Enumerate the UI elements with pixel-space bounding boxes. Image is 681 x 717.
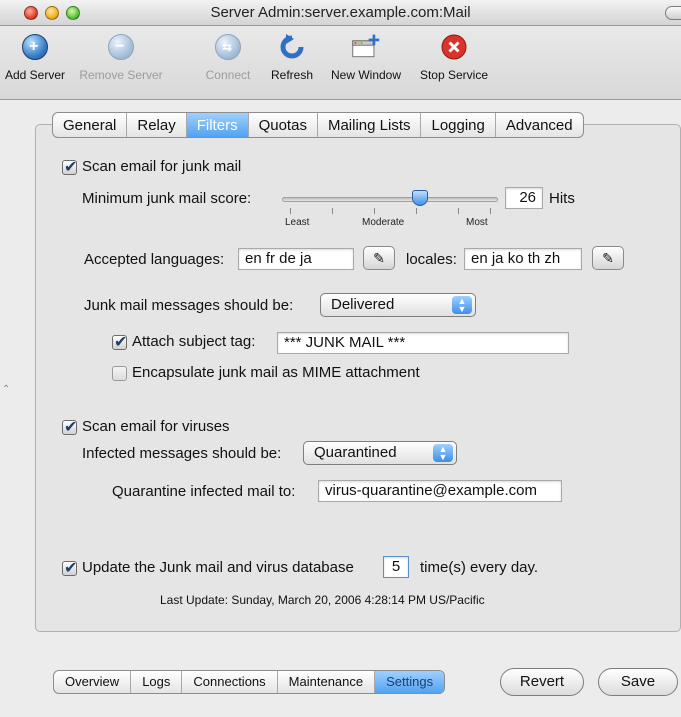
last-update-text: Last Update: Sunday, March 20, 2006 4:28… bbox=[160, 593, 485, 607]
slider-tick bbox=[490, 208, 491, 214]
toolbar-toggle-button[interactable] bbox=[665, 6, 681, 20]
tab-relay[interactable]: Relay bbox=[127, 113, 187, 137]
accepted-languages-field[interactable]: en fr de ja bbox=[238, 248, 354, 270]
tab-connections[interactable]: Connections bbox=[182, 671, 278, 693]
slider-label-most: Most bbox=[466, 217, 488, 228]
min-junk-score-label: Minimum junk mail score: bbox=[82, 190, 252, 207]
quarantine-address-field[interactable]: virus-quarantine@example.com bbox=[318, 480, 562, 502]
slider-tick bbox=[332, 208, 333, 214]
tab-mailing-lists[interactable]: Mailing Lists bbox=[318, 113, 422, 137]
update-database-checkbox[interactable] bbox=[62, 558, 77, 577]
edit-languages-button[interactable]: ✎ bbox=[363, 246, 395, 270]
scan-viruses-checkbox[interactable] bbox=[62, 417, 77, 436]
slider-tick bbox=[290, 208, 291, 214]
remove-server-globe-icon: − bbox=[108, 34, 134, 60]
encapsulate-mime-label: Encapsulate junk mail as MIME attachment bbox=[132, 364, 420, 381]
new-window-button[interactable]: New Window bbox=[324, 32, 408, 82]
infected-disposition-value: Quarantined bbox=[314, 444, 397, 461]
add-server-globe-icon: + bbox=[22, 34, 48, 60]
revert-button[interactable]: Revert bbox=[500, 668, 584, 696]
tab-general[interactable]: General bbox=[53, 113, 128, 137]
slider-label-moderate: Moderate bbox=[362, 217, 405, 228]
pencil-icon: ✎ bbox=[373, 250, 385, 266]
locales-label: locales: bbox=[406, 251, 457, 268]
scan-viruses-label: Scan email for viruses bbox=[82, 418, 230, 435]
infected-messages-label: Infected messages should be: bbox=[82, 445, 282, 462]
junk-disposition-popup[interactable]: Delivered ▲ ▼ bbox=[320, 293, 476, 317]
junk-score-slider-thumb[interactable] bbox=[412, 190, 428, 206]
connect-button[interactable]: ⇆ Connect bbox=[196, 32, 260, 82]
stop-service-button[interactable]: Stop Service bbox=[414, 32, 494, 82]
encapsulate-mime-checkbox[interactable] bbox=[112, 366, 127, 381]
tab-logging[interactable]: Logging bbox=[421, 113, 496, 137]
attach-subject-tag-label: Attach subject tag: bbox=[132, 333, 256, 350]
attach-subject-tag-checkbox[interactable] bbox=[112, 332, 127, 351]
update-database-label: Update the Junk mail and virus database bbox=[82, 559, 354, 576]
connect-globe-icon: ⇆ bbox=[215, 34, 241, 60]
scan-junk-mail-checkbox[interactable] bbox=[62, 157, 77, 176]
slider-tick bbox=[416, 208, 417, 214]
scan-junk-mail-label: Scan email for junk mail bbox=[82, 158, 242, 175]
junk-disposition-value: Delivered bbox=[331, 296, 395, 313]
refresh-button[interactable]: Refresh bbox=[266, 32, 318, 82]
sidebar-collapse-handle[interactable]: ⌃ bbox=[2, 384, 10, 395]
junk-messages-label: Junk mail messages should be: bbox=[84, 297, 294, 314]
slider-tick bbox=[374, 208, 375, 214]
update-times-suffix-label: time(s) every day. bbox=[420, 559, 539, 576]
tab-advanced[interactable]: Advanced bbox=[496, 113, 583, 137]
slider-label-least: Least bbox=[285, 217, 310, 228]
locales-field[interactable]: en ja ko th zh bbox=[464, 248, 582, 270]
window-title: Server Admin:server.example.com:Mail bbox=[210, 4, 471, 21]
junk-score-field[interactable]: 26 bbox=[505, 187, 543, 209]
update-times-field[interactable]: 5 bbox=[383, 556, 409, 578]
toolbar: + Add Server − Remove Server ⇆ Connect R… bbox=[0, 26, 681, 100]
popup-arrows-icon: ▲ ▼ bbox=[452, 296, 472, 314]
new-window-icon bbox=[351, 32, 381, 62]
quarantine-label: Quarantine infected mail to: bbox=[112, 483, 296, 500]
tab-logs[interactable]: Logs bbox=[131, 671, 183, 693]
score-unit-label: Hits bbox=[549, 190, 575, 207]
refresh-icon bbox=[277, 32, 307, 62]
service-settings-tabs: General Relay Filters Quotas Mailing Lis… bbox=[52, 112, 584, 138]
infected-disposition-popup[interactable]: Quarantined ▲ ▼ bbox=[303, 441, 457, 465]
title-bar: Server Admin:server.example.com:Mail bbox=[0, 0, 681, 26]
tab-settings[interactable]: Settings bbox=[375, 671, 445, 693]
accepted-languages-label: Accepted languages: bbox=[84, 251, 225, 268]
stop-service-icon bbox=[439, 32, 469, 62]
save-button[interactable]: Save bbox=[598, 668, 678, 696]
tab-overview[interactable]: Overview bbox=[54, 671, 132, 693]
edit-locales-button[interactable]: ✎ bbox=[592, 246, 624, 270]
popup-arrows-icon: ▲ ▼ bbox=[433, 444, 453, 462]
junk-score-slider-track[interactable] bbox=[282, 197, 498, 202]
slider-tick bbox=[458, 208, 459, 214]
tab-quotas[interactable]: Quotas bbox=[249, 113, 318, 137]
add-server-button[interactable]: + Add Server bbox=[2, 32, 68, 82]
view-tabs: Overview Logs Connections Maintenance Se… bbox=[53, 670, 446, 694]
tab-maintenance[interactable]: Maintenance bbox=[278, 671, 376, 693]
subject-tag-field[interactable]: *** JUNK MAIL *** bbox=[277, 332, 569, 354]
tab-filters[interactable]: Filters bbox=[186, 113, 249, 137]
pencil-icon: ✎ bbox=[602, 250, 614, 266]
remove-server-button[interactable]: − Remove Server bbox=[72, 32, 170, 82]
